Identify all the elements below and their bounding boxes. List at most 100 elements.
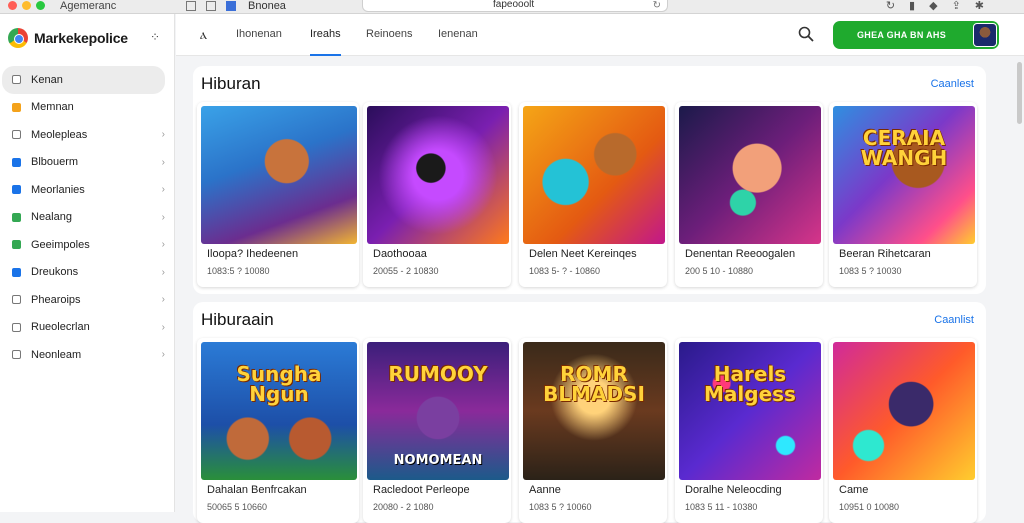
app-card-meta: 50065 5 10660 bbox=[207, 502, 268, 512]
see-all-link[interactable]: Caanlist bbox=[934, 314, 974, 326]
sidebar-item[interactable]: Meolepleas › bbox=[2, 121, 165, 149]
section-hiburaain: Hiburaain Caanlist Sungha Ngun Dahalan Be… bbox=[193, 302, 986, 523]
sidebar-item[interactable]: Kenan bbox=[2, 66, 165, 94]
sidebar-item[interactable]: Nealang › bbox=[2, 204, 165, 232]
downloads-icon[interactable]: ▮ bbox=[909, 0, 915, 12]
sidebar-nav: Kenan Memnan Meolepleas › Blbouerm › Meorlanie… bbox=[0, 66, 175, 369]
app-card-title: Iloopa? Ihedeenen bbox=[207, 248, 299, 260]
app-card-meta: 200 5 10 - 10880 bbox=[685, 266, 754, 276]
toolbar-icons bbox=[186, 0, 236, 11]
app-thumbnail[interactable] bbox=[367, 106, 509, 244]
app-thumbnail[interactable] bbox=[833, 342, 975, 480]
chevron-right-icon: › bbox=[161, 129, 165, 141]
app-thumbnail[interactable] bbox=[523, 106, 665, 244]
sidebar-item-label: Rueolecrlan bbox=[31, 321, 90, 334]
chevron-right-icon: › bbox=[161, 211, 165, 223]
sidebar-item[interactable]: Meorlanies › bbox=[2, 176, 165, 204]
sidebar-item[interactable]: Geeimpoles › bbox=[2, 231, 165, 259]
category-icon bbox=[12, 350, 21, 360]
category-icon bbox=[12, 130, 21, 140]
chevron-right-icon: › bbox=[161, 239, 165, 251]
app-thumbnail[interactable]: RUMOOY NOMOMEAN bbox=[367, 342, 509, 480]
sidebar-item-label: Dreukons bbox=[31, 266, 79, 279]
sidebar-toggle-icon[interactable] bbox=[186, 1, 196, 11]
category-icon bbox=[12, 75, 21, 85]
app-card[interactable]: ROMR BLMADSI Aanne 1083 5 ? 10060 bbox=[519, 338, 667, 523]
app-thumbnail[interactable] bbox=[679, 106, 821, 244]
app-card-meta: 20080 - 2 1080 bbox=[373, 502, 434, 512]
grid-menu-icon[interactable]: ⁘ bbox=[150, 30, 160, 44]
tab-ienenan[interactable]: Ienenan bbox=[438, 28, 478, 56]
sidebar-item[interactable]: Rueolecrlan › bbox=[2, 314, 165, 342]
refresh-icon[interactable]: ↻ bbox=[886, 0, 895, 12]
scrollbar[interactable] bbox=[1014, 56, 1024, 512]
tab-label[interactable]: Bnonea bbox=[248, 0, 286, 12]
category-icon bbox=[12, 240, 21, 250]
app-thumbnail[interactable] bbox=[201, 106, 357, 244]
brand-name: Markekepolice bbox=[34, 30, 128, 46]
app-card[interactable]: Came 10951 0 10080 bbox=[829, 338, 977, 523]
app-card[interactable]: Harels Malgess Doralhe Neleocding 1083 5 1… bbox=[675, 338, 823, 523]
thumbnail-title-text: Harels Malgess bbox=[704, 362, 796, 406]
window-titlebar: Agemeranc Bnonea fapeooolt ↻ ↻ ▮ ◆ ⇪ ✱ bbox=[0, 0, 1024, 14]
sidebar-item[interactable]: Phearoips › bbox=[2, 286, 165, 314]
sidebar-item[interactable]: Neonleam › bbox=[2, 341, 165, 369]
section-title: Hiburan bbox=[201, 74, 261, 93]
tab-ireahs[interactable]: Ireahs bbox=[310, 28, 341, 56]
app-card-title: Denentan Reeoogalen bbox=[685, 248, 796, 260]
extensions-icon[interactable]: ◆ bbox=[929, 0, 937, 12]
address-bar[interactable]: fapeooolt ↻ bbox=[362, 0, 668, 12]
app-card[interactable]: Denentan Reeoogalen 200 5 10 - 10880 bbox=[675, 102, 823, 287]
app-card-meta: 1083 5- ? - 10860 bbox=[529, 266, 601, 276]
avatar[interactable] bbox=[973, 23, 997, 47]
app-card-title: Dahalan Benfrcakan bbox=[207, 484, 307, 496]
thumbnail-title-text: CERAIA WANGH bbox=[860, 126, 948, 170]
app-thumbnail[interactable]: Sungha Ngun bbox=[201, 342, 357, 480]
close-window-button[interactable] bbox=[8, 1, 17, 10]
app-card[interactable]: Delen Neet Kereinqes 1083 5- ? - 10860 bbox=[519, 102, 667, 287]
app-card-meta: 10951 0 10080 bbox=[839, 502, 900, 512]
primary-action-button[interactable]: GHEA GHA BN AHS bbox=[833, 21, 999, 49]
app-card[interactable]: Sungha Ngun Dahalan Benfrcakan 50065 5 106… bbox=[197, 338, 359, 523]
sidebar-item[interactable]: Dreukons › bbox=[2, 259, 165, 287]
sidebar-item[interactable]: Blbouerm › bbox=[2, 149, 165, 177]
app-thumbnail[interactable]: Harels Malgess bbox=[679, 342, 821, 480]
brand[interactable]: Markekepolice bbox=[8, 26, 128, 50]
app-card[interactable]: CERAIA WANGH Beeran Rihetcaran 1083 5 ? 10… bbox=[829, 102, 977, 287]
sidebar-item-label: Nealang bbox=[31, 211, 72, 224]
app-card[interactable]: Iloopa? Ihedeenen 1083:5 ? 10080 bbox=[197, 102, 359, 287]
home-icon[interactable]: ⲁ bbox=[200, 26, 207, 43]
tab-reinoens[interactable]: Reinoens bbox=[366, 28, 412, 56]
thumbnail-title-text: RUMOOY bbox=[388, 362, 488, 386]
sidebar-item[interactable]: Memnan bbox=[2, 94, 165, 122]
sidebar-item-label: Meolepleas bbox=[31, 128, 88, 141]
scroll-thumb[interactable] bbox=[1017, 62, 1022, 124]
category-icon bbox=[12, 295, 21, 305]
app-thumbnail[interactable]: ROMR BLMADSI bbox=[523, 342, 665, 480]
share-icon[interactable]: ⇪ bbox=[952, 0, 961, 12]
app-card[interactable]: RUMOOY NOMOMEAN Racledoot Perleope 20080 - … bbox=[363, 338, 511, 523]
sidebar-item-label: Kenan bbox=[31, 73, 63, 86]
brand-logo-icon bbox=[8, 28, 28, 48]
app-card-meta: 20055 - 2 10830 bbox=[373, 266, 439, 276]
tab-ihonenan[interactable]: Ihonenan bbox=[236, 28, 282, 56]
window-title: Agemeranc bbox=[60, 0, 117, 12]
thumbnail-title-text: ROMR BLMADSI bbox=[543, 362, 645, 406]
search-icon[interactable] bbox=[798, 26, 814, 42]
see-all-link[interactable]: Caanlest bbox=[931, 78, 974, 90]
category-icon bbox=[12, 185, 21, 195]
app-card-title: Came bbox=[839, 484, 869, 496]
app-card-meta: 1083 5 ? 10030 bbox=[839, 266, 902, 276]
reload-icon[interactable]: ↻ bbox=[653, 0, 661, 11]
category-icon bbox=[12, 102, 21, 112]
minimize-window-button[interactable] bbox=[22, 1, 31, 10]
zoom-window-button[interactable] bbox=[36, 1, 45, 10]
app-thumbnail[interactable]: CERAIA WANGH bbox=[833, 106, 975, 244]
sidebar-item-label: Blbouerm bbox=[31, 156, 79, 169]
settings-icon[interactable]: ✱ bbox=[975, 0, 984, 12]
favicon-icon bbox=[226, 1, 236, 11]
category-icon bbox=[12, 267, 21, 277]
tabs-overview-icon[interactable] bbox=[206, 1, 216, 11]
category-icon bbox=[12, 157, 21, 167]
app-card[interactable]: Daothooaa 20055 - 2 10830 bbox=[363, 102, 511, 287]
